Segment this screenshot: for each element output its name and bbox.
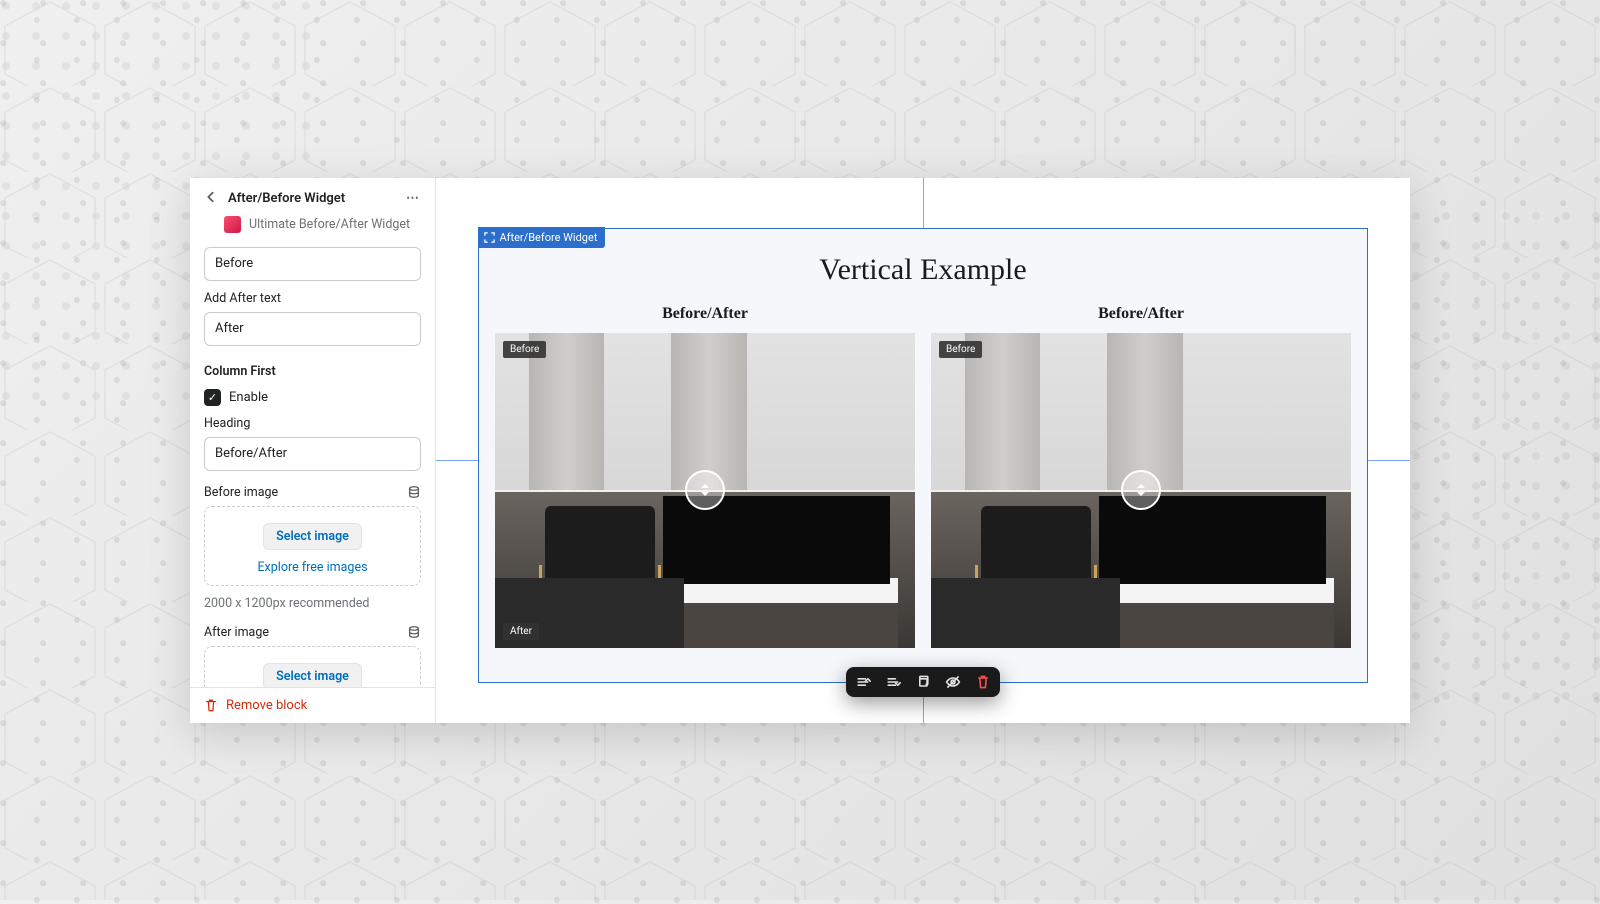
before-text-input[interactable]: [204, 247, 421, 281]
dynamic-source-icon[interactable]: [407, 625, 421, 639]
heading-label: Heading: [204, 416, 421, 431]
after-text-label: Add After text: [204, 291, 421, 306]
before-image-dropzone[interactable]: Select image Explore free images: [204, 506, 421, 586]
after-image-label: After image: [204, 625, 269, 640]
before-image-label: Before image: [204, 485, 278, 500]
after-badge: After: [503, 623, 539, 640]
heading-input[interactable]: [204, 437, 421, 471]
trash-icon: [204, 698, 218, 712]
widget-logo-icon: [224, 216, 241, 233]
hide-button[interactable]: [944, 673, 962, 691]
settings-sidebar: After/Before Widget ⋯ Ultimate Before/Af…: [190, 178, 436, 723]
preview-canvas: After/Before Widget Vertical Example Bef…: [436, 178, 1410, 723]
block-title: Vertical Example: [495, 253, 1351, 287]
block-tag-label: After/Before Widget: [500, 231, 598, 244]
slider-handle[interactable]: [1121, 470, 1161, 510]
before-badge: Before: [939, 341, 982, 358]
enable-checkbox[interactable]: ✓: [204, 389, 221, 406]
duplicate-button[interactable]: [914, 673, 932, 691]
column-first-heading: Column First: [204, 364, 421, 379]
column-1: Before/After Before: [495, 305, 915, 648]
dynamic-source-icon[interactable]: [407, 485, 421, 499]
expand-icon: [484, 232, 495, 243]
sidebar-subtitle-row: Ultimate Before/After Widget: [190, 214, 435, 243]
column-heading: Before/After: [495, 305, 915, 323]
before-after-slider[interactable]: Before: [931, 333, 1351, 648]
select-after-image-button[interactable]: Select image: [263, 663, 362, 687]
app-window: After/Before Widget ⋯ Ultimate Before/Af…: [190, 178, 1410, 723]
back-button[interactable]: [202, 190, 220, 208]
enable-label: Enable: [229, 390, 268, 405]
block-toolbar: [846, 667, 1000, 697]
before-badge: Before: [503, 341, 546, 358]
select-before-image-button[interactable]: Select image: [263, 523, 362, 550]
remove-block-button[interactable]: Remove block: [190, 687, 435, 723]
selected-block[interactable]: After/Before Widget Vertical Example Bef…: [478, 228, 1368, 683]
sidebar-subtitle: Ultimate Before/After Widget: [249, 217, 410, 232]
move-up-button[interactable]: [854, 673, 872, 691]
move-down-button[interactable]: [884, 673, 902, 691]
sidebar-header: After/Before Widget ⋯: [190, 178, 435, 214]
column-2: Before/After Before: [931, 305, 1351, 648]
after-image-dropzone[interactable]: Select image: [204, 646, 421, 687]
sidebar-title: After/Before Widget: [228, 191, 398, 206]
after-text-input[interactable]: [204, 312, 421, 346]
column-heading: Before/After: [931, 305, 1351, 323]
delete-button[interactable]: [974, 673, 992, 691]
before-after-slider[interactable]: Before After: [495, 333, 915, 648]
more-options-button[interactable]: ⋯: [406, 191, 421, 206]
remove-block-label: Remove block: [226, 698, 307, 713]
slider-handle[interactable]: [685, 470, 725, 510]
recommended-size-text: 2000 x 1200px recommended: [204, 596, 421, 611]
explore-free-images-link[interactable]: Explore free images: [213, 560, 412, 575]
block-type-tag[interactable]: After/Before Widget: [478, 227, 606, 248]
